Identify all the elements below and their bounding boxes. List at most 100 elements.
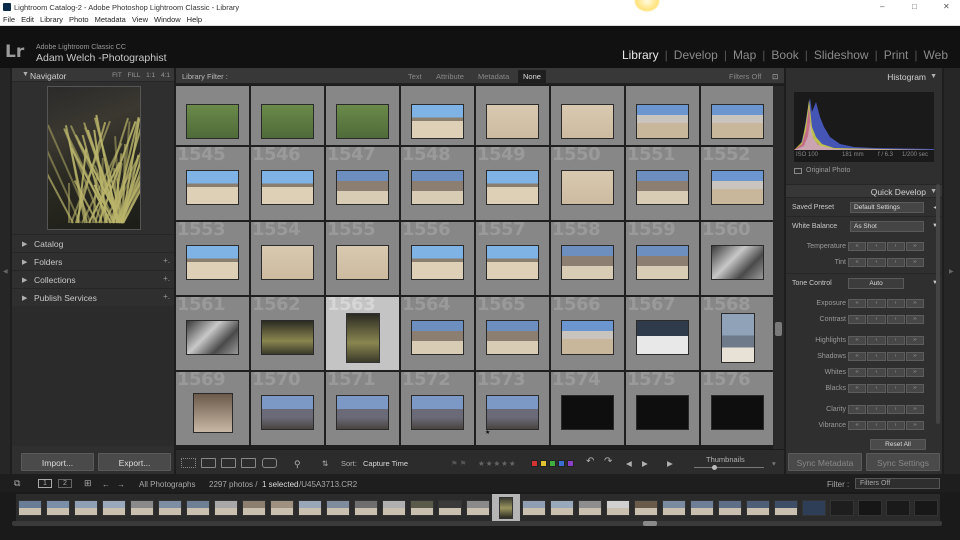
step-button[interactable]: ‹ (867, 352, 886, 361)
expand-triangle-icon[interactable]: ▶ (22, 258, 27, 266)
photo-thumbnail[interactable] (486, 395, 539, 430)
filmstrip-cell-selected[interactable] (492, 494, 520, 522)
filmstrip-cell[interactable] (912, 494, 940, 522)
add-publish-service-icon[interactable]: +. (163, 292, 170, 301)
grid-cell[interactable] (626, 86, 699, 145)
grid-cell[interactable] (401, 86, 474, 145)
filmstrip-scrollbar[interactable] (12, 521, 942, 526)
grid-cell[interactable]: 1569 (176, 372, 249, 445)
grid-cell[interactable] (176, 86, 249, 145)
section-collections[interactable]: ▶ Collections +. (12, 270, 174, 287)
filmstrip-cell[interactable] (800, 494, 828, 522)
filmstrip-thumbnail[interactable] (354, 500, 378, 516)
photo-thumbnail[interactable] (411, 170, 464, 205)
slideshow-play-icon[interactable]: ▶ (667, 459, 673, 468)
secondary-display-icon[interactable]: ⧉ (14, 478, 20, 489)
right-panel-scrollbar[interactable] (936, 184, 940, 424)
filmstrip-cell[interactable] (632, 494, 660, 522)
flag-icon[interactable]: ⚑ ⚑ (451, 459, 467, 468)
filter-none[interactable]: None (518, 70, 546, 83)
filmstrip-thumbnail[interactable] (74, 500, 98, 516)
filmstrip-thumbnail[interactable] (690, 500, 714, 516)
grid-cell[interactable] (326, 86, 399, 145)
module-library[interactable]: Library (622, 48, 659, 62)
step-button[interactable]: ›› (905, 405, 924, 414)
step-button[interactable]: ›› (905, 336, 924, 345)
thumbnail-size-handle[interactable] (712, 465, 717, 470)
export-button[interactable]: Export... (98, 453, 171, 471)
photo-thumbnail[interactable] (636, 395, 689, 430)
filmstrip-cell[interactable] (548, 494, 576, 522)
grid-cell[interactable]: 1570 (251, 372, 324, 445)
photo-thumbnail[interactable] (711, 170, 764, 205)
loupe-view-icon[interactable] (201, 458, 216, 468)
filmstrip-thumbnail[interactable] (410, 500, 434, 516)
photo-thumbnail[interactable] (345, 312, 380, 363)
step-button[interactable]: ›› (905, 384, 924, 393)
grid-cell[interactable]: 1546 (251, 147, 324, 220)
step-button[interactable]: › (886, 384, 905, 393)
zoom-fit[interactable]: FIT (112, 72, 122, 79)
section-publish-services[interactable]: ▶ Publish Services +. (12, 288, 174, 305)
grid-cell[interactable]: 1555 (326, 222, 399, 295)
add-folder-icon[interactable]: +. (163, 256, 170, 265)
photo-thumbnail[interactable] (486, 170, 539, 205)
compare-view-icon[interactable] (221, 458, 236, 468)
photo-thumbnail[interactable] (261, 245, 314, 280)
grid-cell[interactable]: 1550 (551, 147, 624, 220)
grid-cell[interactable]: 1551 (626, 147, 699, 220)
photo-thumbnail[interactable] (711, 395, 764, 430)
photo-thumbnail[interactable] (261, 395, 314, 430)
rotate-right-icon[interactable]: ↷ (604, 456, 612, 467)
grid-cell[interactable]: 1571 (326, 372, 399, 445)
grid-cell[interactable]: 1562 (251, 297, 324, 370)
filmstrip-thumbnail[interactable] (886, 500, 910, 516)
sort-direction-icon[interactable]: ⇅ (322, 459, 328, 468)
filmstrip-cell[interactable] (212, 494, 240, 522)
filmstrip-cell[interactable] (884, 494, 912, 522)
module-map[interactable]: Map (733, 48, 756, 62)
step-button[interactable]: ‹ (867, 384, 886, 393)
step-button[interactable]: ‹‹ (848, 384, 867, 393)
photo-thumbnail[interactable] (261, 104, 314, 139)
step-button[interactable]: ‹ (867, 336, 886, 345)
module-print[interactable]: Print (884, 48, 909, 62)
grid-cell[interactable]: 1567 (626, 297, 699, 370)
grid-cell[interactable]: 1557 (476, 222, 549, 295)
filmstrip-cell[interactable] (324, 494, 352, 522)
color-label-swatch[interactable] (531, 460, 538, 467)
photo-thumbnail[interactable] (186, 170, 239, 205)
grid-cell[interactable]: 1575 (626, 372, 699, 445)
step-button[interactable]: ›› (905, 315, 924, 324)
menu-file[interactable]: File (0, 14, 18, 24)
grid-cell[interactable]: 1556 (401, 222, 474, 295)
step-button[interactable]: ‹‹ (848, 368, 867, 377)
filmstrip-filter-dropdown[interactable]: Filters Off (855, 478, 940, 489)
step-button[interactable]: ›› (905, 299, 924, 308)
filmstrip-thumbnail[interactable] (522, 500, 546, 516)
zoom-fill[interactable]: FILL (128, 72, 141, 79)
grid-cell[interactable]: 1565 (476, 297, 549, 370)
photo-thumbnail[interactable] (336, 170, 389, 205)
import-button[interactable]: Import... (21, 453, 94, 471)
filmstrip-thumbnail[interactable] (214, 500, 238, 516)
spray-can-icon[interactable]: ⚲ (294, 459, 301, 470)
module-slideshow[interactable]: Slideshow (814, 48, 869, 62)
filmstrip-cell[interactable] (100, 494, 128, 522)
maximize-button[interactable]: □ (912, 2, 917, 11)
add-collection-icon[interactable]: +. (163, 274, 170, 283)
zoom-4-1[interactable]: 4:1 (161, 72, 170, 79)
filmstrip-thumbnail[interactable] (746, 500, 770, 516)
back-arrow-icon[interactable]: ← (102, 480, 110, 489)
previous-photo-icon[interactable]: ◀ (626, 459, 632, 468)
photo-thumbnail[interactable] (336, 245, 389, 280)
photo-thumbnail[interactable] (561, 170, 614, 205)
forward-arrow-icon[interactable]: → (117, 480, 125, 489)
step-button[interactable]: ›› (905, 421, 924, 430)
photo-thumbnail[interactable] (636, 104, 689, 139)
photo-thumbnail[interactable] (186, 104, 239, 139)
slider-steps[interactable]: ‹‹ ‹ › ›› (848, 299, 924, 308)
grid-cell[interactable]: 1559 (626, 222, 699, 295)
filmstrip-thumbnail[interactable] (242, 500, 266, 516)
filmstrip-cell[interactable] (576, 494, 604, 522)
